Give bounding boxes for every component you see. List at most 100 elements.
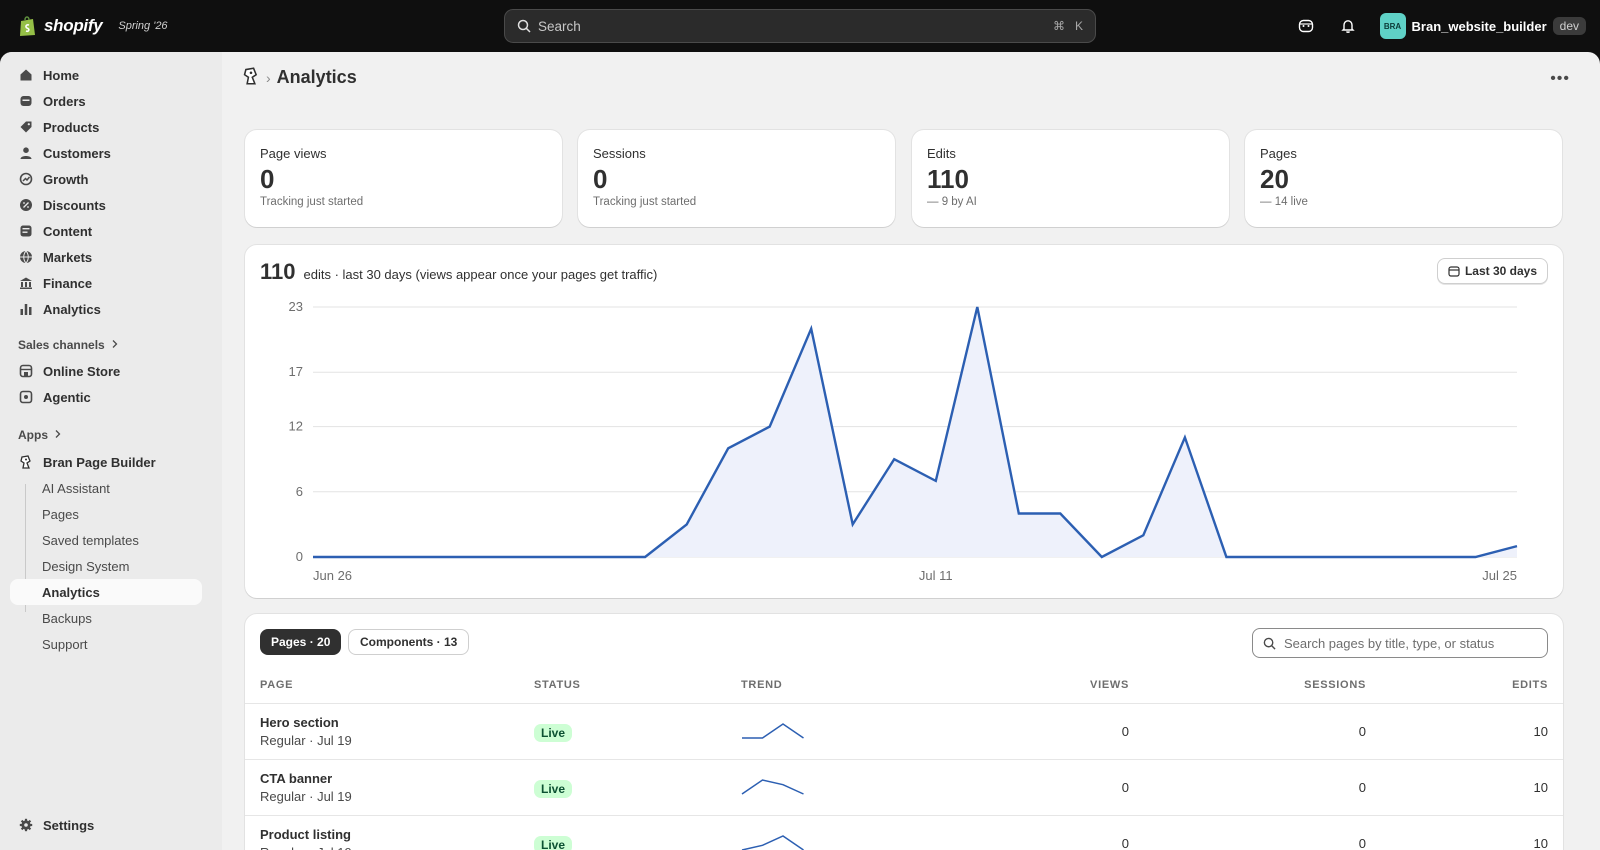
globe-icon (19, 250, 33, 264)
x-tick-label: Jul 11 (919, 568, 953, 583)
bar-chart-icon (19, 302, 33, 316)
sidebar-subitem-design-system[interactable]: Design System (10, 553, 202, 579)
store-avatar[interactable]: BRA (1379, 13, 1406, 39)
sidebar-item-home[interactable]: Home (10, 62, 202, 88)
sidebar-item-online-store[interactable]: Online Store (10, 358, 202, 384)
apps-heading[interactable]: Apps (18, 428, 62, 442)
chevron-right-icon: › (266, 69, 271, 86)
edits-value: 10 (1533, 724, 1548, 739)
more-actions-icon[interactable]: ••• (1550, 70, 1570, 88)
page-cell: CTA banner Regular · Jul 19 (260, 771, 352, 804)
bran-app-icon[interactable] (242, 67, 260, 88)
stat-card-edits: Edits 110 — 9 by AI (912, 130, 1229, 227)
sidebar-subitem-label: Saved templates (42, 532, 139, 548)
tab-components[interactable]: Components · 13 (348, 629, 470, 655)
stat-label: Sessions (593, 146, 646, 161)
sidebar-subitem-analytics[interactable]: Analytics (10, 579, 202, 605)
table-search-input[interactable]: Search pages by title, type, or status (1252, 628, 1548, 658)
sidebar-subitem-pages[interactable]: Pages (10, 501, 202, 527)
chevron-right-icon (54, 428, 62, 442)
y-tick-label: 23 (289, 299, 303, 314)
sidebar-item-label: Settings (43, 817, 95, 833)
sidebar-subitem-support[interactable]: Support (10, 631, 202, 657)
bell-icon[interactable] (1338, 16, 1358, 36)
edits-value: 10 (1533, 836, 1548, 850)
store-name[interactable]: Bran_website_builder (1412, 19, 1547, 34)
tab-pages[interactable]: Pages · 20 (260, 629, 342, 655)
global-search[interactable]: Search ⌘ K (504, 9, 1096, 43)
sidebar-item-customers[interactable]: Customers (10, 140, 202, 166)
y-tick-label: 6 (296, 484, 303, 499)
sidebar-item-label: Growth (43, 171, 89, 187)
trend-sparkline (741, 835, 804, 850)
pages-table-card: Pages · 20 Components · 13 Search pages … (245, 614, 1563, 850)
stat-subtext: — 14 live (1260, 196, 1308, 208)
top-bar: shopify Spring '26 Search ⌘ K BRA Bran_w… (0, 0, 1600, 52)
sidebar-item-markets[interactable]: Markets (10, 244, 202, 270)
column-header-sessions[interactable]: SESSIONS (1304, 679, 1366, 691)
sales-channels-heading[interactable]: Sales channels (18, 338, 119, 352)
env-badge: dev (1552, 17, 1586, 35)
sidebar-subitem-ai-assistant[interactable]: AI Assistant (10, 475, 202, 501)
stat-value: 0 (260, 164, 275, 194)
page-name[interactable]: Hero section (260, 715, 352, 730)
app-shell: Home Orders Products Customers Growth Di… (0, 52, 1600, 850)
sidebar-subitem-label: AI Assistant (42, 480, 110, 496)
sidebar-item-discounts[interactable]: Discounts (10, 192, 202, 218)
trend-line (742, 723, 804, 739)
bank-icon (19, 276, 33, 290)
page-name[interactable]: CTA banner (260, 771, 352, 786)
column-header-status[interactable]: STATUS (534, 679, 581, 691)
stat-subtext: Tracking just started (260, 196, 364, 208)
sidebar-item-label: Agentic (43, 389, 91, 405)
stat-value: 20 (1260, 164, 1289, 194)
sidebar-item-analytics[interactable]: Analytics (10, 296, 202, 322)
sidebar-item-orders[interactable]: Orders (10, 88, 202, 114)
orders-icon (19, 94, 33, 108)
table-row[interactable]: Hero section Regular · Jul 19 Live 0 0 10 (245, 703, 1563, 759)
table-row[interactable]: Product listing Regular · Jul 19 Live 0 0 10 (245, 815, 1563, 850)
assistant-icon[interactable] (1296, 16, 1316, 36)
column-header-edits[interactable]: EDITS (1512, 679, 1548, 691)
sidebar-item-label: Orders (43, 93, 86, 109)
shopify-logo[interactable]: shopify Spring '26 (18, 15, 168, 37)
agentic-icon (19, 390, 33, 404)
page-meta: Regular · Jul 19 (260, 789, 352, 804)
logo-text: shopify (44, 16, 103, 35)
content-icon (19, 224, 33, 238)
views-value: 0 (1121, 724, 1129, 739)
table-row[interactable]: CTA banner Regular · Jul 19 Live 0 0 10 (245, 759, 1563, 815)
sidebar-item-label: Customers (43, 145, 111, 161)
views-value: 0 (1121, 836, 1129, 850)
y-tick-label: 12 (289, 419, 303, 434)
sidebar-item-bran-page-builder[interactable]: Bran Page Builder (10, 449, 202, 475)
sidebar-item-settings[interactable]: Settings (10, 812, 202, 838)
sidebar-item-content[interactable]: Content (10, 218, 202, 244)
trend-line (741, 835, 804, 850)
stat-card-page-views: Page views 0 Tracking just started (245, 130, 562, 227)
page-meta: Regular · Jul 19 (260, 733, 352, 748)
breadcrumb: › Analytics (242, 67, 357, 88)
sidebar-item-agentic[interactable]: Agentic (10, 384, 202, 410)
column-header-views[interactable]: VIEWS (1090, 679, 1129, 691)
column-header-trend[interactable]: TREND (741, 679, 782, 691)
sidebar-item-finance[interactable]: Finance (10, 270, 202, 296)
sidebar-subitem-label: Design System (42, 558, 130, 574)
main-content: › Analytics ••• Page views 0 Tracking ju… (222, 52, 1600, 850)
sidebar-item-label: Finance (43, 275, 93, 291)
column-header-page[interactable]: PAGE (260, 679, 293, 691)
stat-label: Page views (260, 146, 327, 161)
series-area (313, 307, 1517, 557)
edits-value: 10 (1533, 780, 1548, 795)
sidebar-item-growth[interactable]: Growth (10, 166, 202, 192)
store-icon (19, 364, 33, 378)
page-name[interactable]: Product listing (260, 827, 352, 842)
stat-label: Pages (1260, 146, 1297, 161)
sidebar-subitem-saved-templates[interactable]: Saved templates (10, 527, 202, 553)
sidebar-item-label: Analytics (43, 301, 101, 317)
sidebar-item-label: Home (43, 67, 80, 83)
edition-label: Spring '26 (118, 20, 168, 32)
sidebar-item-products[interactable]: Products (10, 114, 202, 140)
stat-value: 0 (593, 164, 608, 194)
sidebar-subitem-backups[interactable]: Backups (10, 605, 202, 631)
